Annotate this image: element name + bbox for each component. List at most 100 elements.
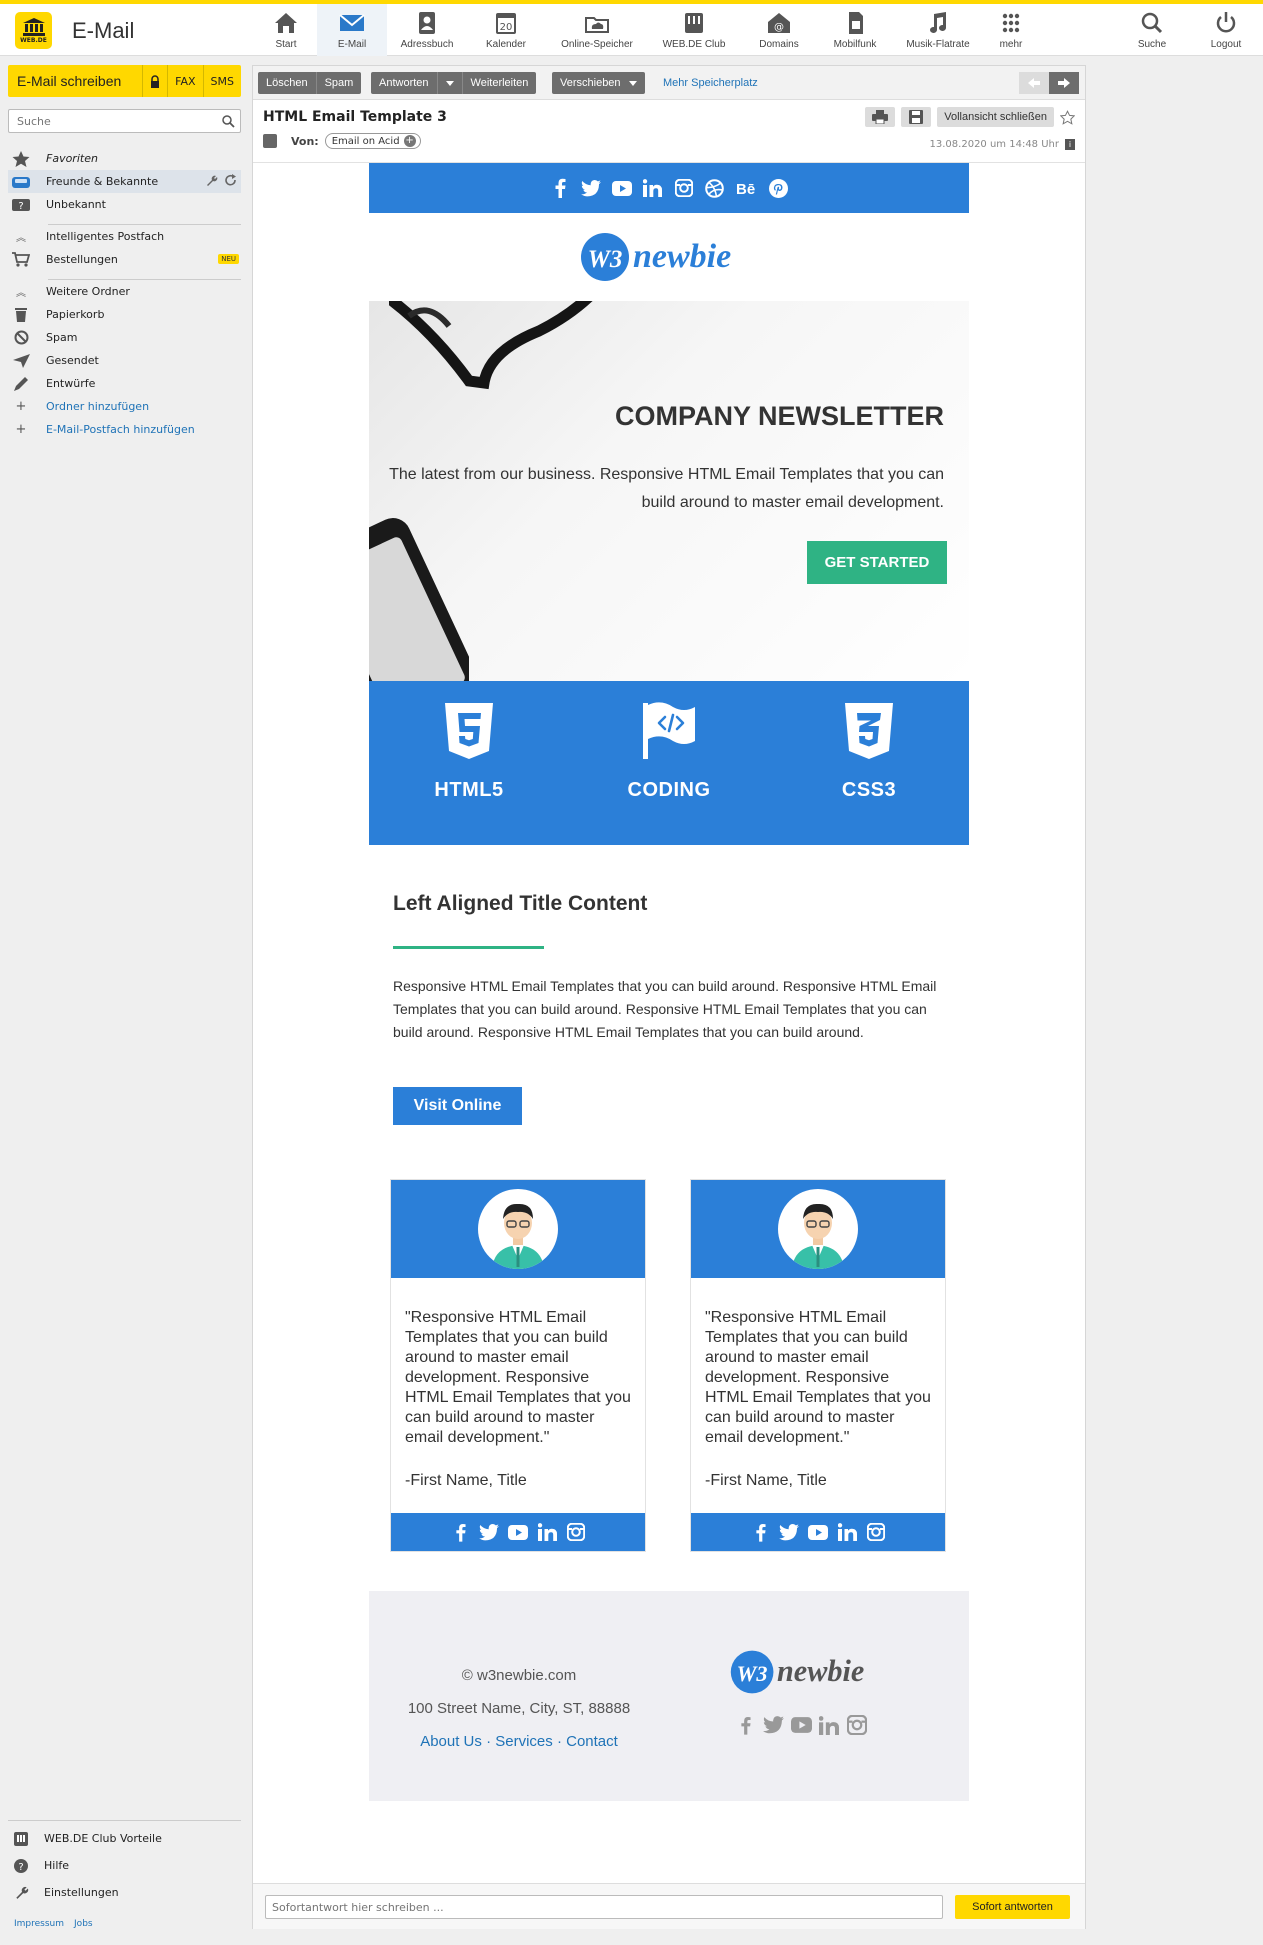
nav-domains[interactable]: @ Domains [739, 4, 819, 56]
next-message-button[interactable] [1049, 72, 1079, 94]
testimonial-card: "Responsive HTML Email Templates that yo… [390, 1179, 646, 1552]
youtube-icon[interactable] [789, 1713, 813, 1737]
newbie-logo[interactable]: W3 newbie [579, 229, 759, 285]
testimonial-author: -First Name, Title [405, 1472, 527, 1489]
impressum-link[interactable]: Impressum [14, 1919, 64, 1929]
caret-down-icon [628, 80, 637, 86]
delete-button[interactable]: Löschen [258, 72, 316, 94]
nav-logout[interactable]: Logout [1189, 4, 1263, 56]
reply-options-button[interactable] [436, 72, 462, 94]
twitter-icon[interactable] [778, 1521, 800, 1543]
behance-icon[interactable]: Bē [735, 177, 759, 199]
reply-button[interactable]: Antworten [371, 72, 437, 94]
fax-button[interactable]: FAX [167, 65, 202, 97]
quick-reply-send-button[interactable]: Sofort antworten [955, 1895, 1070, 1919]
nav-club[interactable]: WEB.DE Club [649, 4, 739, 56]
prev-message-button[interactable] [1019, 72, 1049, 94]
twitter-icon[interactable] [478, 1521, 500, 1543]
jobs-link[interactable]: Jobs [74, 1919, 93, 1929]
contact-link[interactable]: Contact [566, 1733, 618, 1750]
forward-button[interactable]: Weiterleiten [461, 72, 537, 94]
youtube-icon[interactable] [611, 177, 633, 199]
more-storage-link[interactable]: Mehr Speicherplatz [663, 77, 758, 89]
instagram-icon[interactable] [865, 1521, 887, 1543]
section-more-folders[interactable]: ︽ Weitere Ordner [8, 280, 241, 303]
nav-email[interactable]: E-Mail [317, 4, 387, 56]
add-mailbox-link[interactable]: + E-Mail-Postfach hinzufügen [8, 418, 241, 441]
close-full-view-button[interactable]: Vollansicht schließen [937, 107, 1054, 127]
print-button[interactable] [865, 107, 896, 127]
pinterest-icon[interactable] [768, 177, 790, 199]
club-link[interactable]: WEB.DE Club Vorteile [8, 1825, 241, 1852]
nav-search[interactable]: Suche [1115, 4, 1189, 56]
expand-header-icon[interactable] [263, 134, 277, 148]
nav-start[interactable]: Start [255, 4, 317, 56]
get-started-button[interactable]: GET STARTED [807, 541, 947, 584]
folder-orders[interactable]: Bestellungen NEU [8, 248, 241, 271]
linkedin-icon[interactable] [817, 1713, 841, 1737]
person-avatar-icon [492, 1203, 544, 1269]
sms-button[interactable]: SMS [202, 65, 241, 97]
youtube-icon[interactable] [507, 1521, 529, 1543]
secure-compose-button[interactable] [142, 65, 167, 97]
nav-more[interactable]: mehr [985, 4, 1037, 56]
search-input[interactable] [9, 110, 209, 132]
folder-sent[interactable]: Gesendet [8, 349, 241, 372]
folder-favorites[interactable]: Favoriten [8, 147, 241, 170]
about-link[interactable]: About Us [420, 1733, 482, 1750]
music-note-icon [930, 12, 946, 33]
linkedin-icon[interactable] [642, 177, 664, 199]
info-icon[interactable]: i [1065, 139, 1075, 150]
add-folder-link[interactable]: + Ordner hinzufügen [8, 395, 241, 418]
folder-spam[interactable]: Spam [8, 326, 241, 349]
sender-chip[interactable]: Email on Acid + [324, 133, 421, 149]
compose-button[interactable]: E-Mail schreiben [8, 73, 142, 89]
hero-title: COMPANY NEWSLETTER [614, 401, 944, 431]
facebook-icon[interactable] [733, 1713, 757, 1737]
facebook-icon[interactable] [449, 1521, 471, 1543]
twitter-icon[interactable] [761, 1713, 785, 1737]
footer-logo[interactable]: W3 newbie [729, 1646, 889, 1701]
nav-music[interactable]: Musik-Flatrate [891, 4, 985, 56]
instagram-icon[interactable] [673, 177, 695, 199]
save-button[interactable] [901, 107, 932, 127]
email-features: HTML5 CODING CSS3 [369, 681, 969, 845]
star-outline-icon[interactable] [1060, 109, 1075, 125]
help-link[interactable]: ? Hilfe [8, 1852, 241, 1879]
visit-online-button[interactable]: Visit Online [393, 1087, 522, 1125]
email-content-section: Left Aligned Title Content Responsive HT… [369, 845, 969, 1165]
refresh-icon[interactable] [224, 174, 237, 187]
add-contact-icon[interactable]: + [403, 135, 416, 147]
folder-trash[interactable]: Papierkorb [8, 303, 241, 326]
folder-unknown[interactable]: ? Unbekannt [8, 193, 241, 216]
nav-addressbook[interactable]: Adressbuch [387, 4, 467, 56]
nav-calendar[interactable]: 20 Kalender [467, 4, 545, 56]
move-button[interactable]: Verschieben [552, 72, 645, 94]
linkedin-icon[interactable] [836, 1521, 858, 1543]
webde-logo[interactable]: WEB.DE [15, 12, 52, 49]
hero-text: The latest from our business. Responsive… [389, 466, 944, 511]
linkedin-icon[interactable] [536, 1521, 558, 1543]
folder-drafts[interactable]: Entwürfe [8, 372, 241, 395]
settings-link[interactable]: Einstellungen [8, 1879, 241, 1906]
sidebar: E-Mail schreiben FAX SMS Favoriten Freun… [0, 57, 248, 1945]
dribbble-icon[interactable] [704, 177, 726, 199]
quick-reply-input[interactable] [265, 1895, 943, 1919]
instagram-icon[interactable] [845, 1713, 869, 1737]
folder-friends[interactable]: Freunde & Bekannte [8, 170, 241, 193]
search-icon[interactable] [221, 114, 235, 128]
spam-button[interactable]: Spam [315, 72, 362, 94]
nav-online-storage[interactable]: Online-Speicher [545, 4, 649, 56]
wrench-icon[interactable] [205, 174, 218, 187]
nav-mobile[interactable]: Mobilfunk [819, 4, 891, 56]
trash-icon [15, 308, 27, 322]
instagram-icon[interactable] [565, 1521, 587, 1543]
facebook-icon[interactable] [549, 177, 571, 199]
section-smart-inbox[interactable]: ︽ Intelligentes Postfach [8, 225, 241, 248]
twitter-icon[interactable] [580, 177, 602, 199]
youtube-icon[interactable] [807, 1521, 829, 1543]
facebook-icon[interactable] [749, 1521, 771, 1543]
svg-text:?: ? [18, 1862, 23, 1873]
services-link[interactable]: Services [495, 1733, 553, 1750]
mail-view: Löschen Spam Antworten Weiterleiten Vers… [252, 65, 1086, 1929]
